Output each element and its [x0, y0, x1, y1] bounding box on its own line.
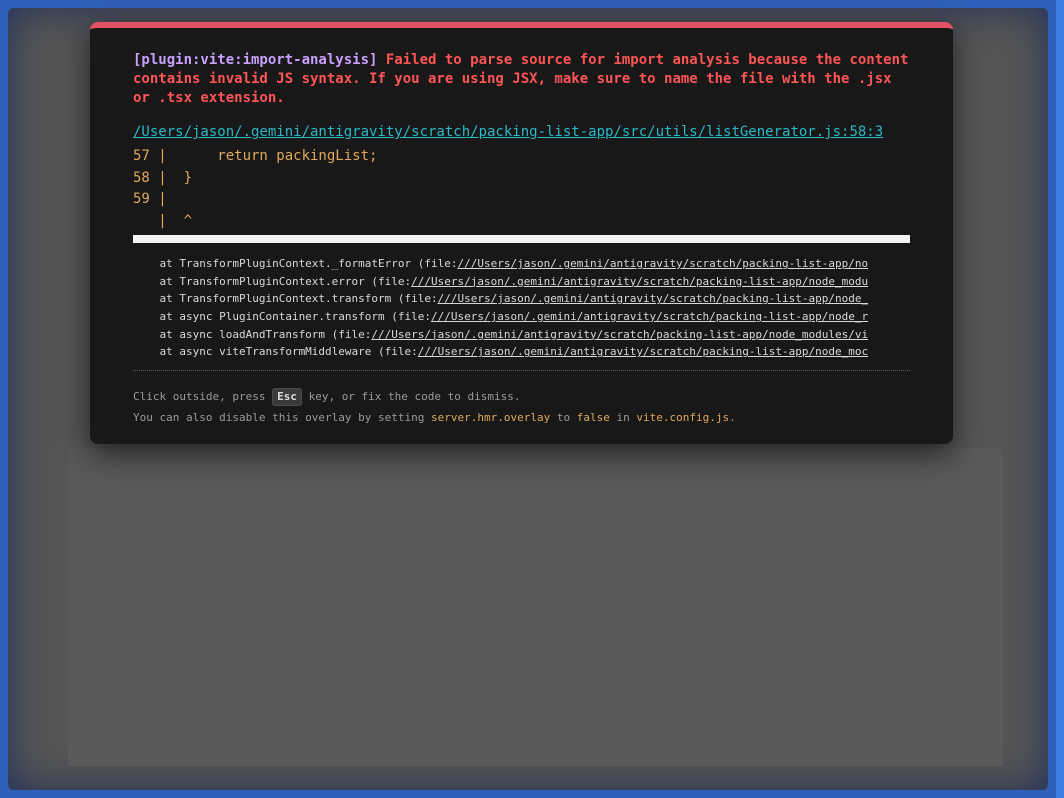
- disable-tip: You can also disable this overlay by set…: [133, 410, 910, 426]
- file-link[interactable]: /Users/jason/.gemini/antigravity/scratch…: [133, 123, 910, 142]
- stack-frame-name: at async loadAndTransform (file:: [133, 327, 372, 341]
- tip-text: to: [550, 411, 577, 424]
- stack-frame-name: at async viteTransformMiddleware (file:: [133, 345, 418, 359]
- error-overlay: [plugin:vite:import-analysis] Failed to …: [90, 22, 953, 444]
- stack-line: at TransformPluginContext._formatError (…: [133, 255, 910, 273]
- tip-text: Click outside, press: [133, 390, 273, 403]
- stack-line: at TransformPluginContext.error (file://…: [133, 273, 910, 291]
- stack-frame-name: at TransformPluginContext._formatError (…: [133, 257, 458, 270]
- background-panel: [68, 448, 1003, 766]
- code-frame: 57 | return packingList; 58 | } 59 | | ^: [133, 146, 910, 232]
- config-file-name: vite.config.js: [636, 411, 730, 424]
- tip-text: in: [609, 411, 637, 424]
- stack-file-link[interactable]: ///Users/jason/.gemini/antigravity/scrat…: [438, 292, 868, 305]
- stack-line: at async loadAndTransform (file:///Users…: [133, 326, 910, 344]
- stack-line: at async PluginContainer.transform (file…: [133, 308, 910, 326]
- esc-key: Esc: [272, 388, 302, 406]
- window-edge: [1056, 0, 1064, 798]
- code-frame-line: | ^: [133, 212, 193, 229]
- error-message: [plugin:vite:import-analysis] Failed to …: [133, 51, 910, 108]
- stack-line: at TransformPluginContext.transform (fil…: [133, 290, 910, 308]
- tip-text: key, or fix the code to dismiss.: [301, 390, 521, 403]
- stack-frame-name: at async PluginContainer.transform (file…: [133, 310, 432, 324]
- code-frame-line: 59 |: [133, 191, 167, 207]
- setting-value: false: [576, 411, 610, 424]
- tip-divider: [133, 370, 910, 371]
- stack-frame-name: at TransformPluginContext.transform (fil…: [133, 292, 438, 306]
- stack-file-link[interactable]: ///Users/jason/.gemini/antigravity/scrat…: [418, 345, 868, 358]
- horizontal-scrollbar[interactable]: [133, 235, 910, 243]
- dismiss-tip: Click outside, press Esc key, or fix the…: [133, 388, 910, 406]
- stack-file-link[interactable]: ///Users/jason/.gemini/antigravity/scrat…: [411, 275, 868, 288]
- stack-line: at async viteTransformMiddleware (file:/…: [133, 343, 910, 361]
- stack-trace: at TransformPluginContext._formatError (…: [133, 255, 910, 361]
- code-frame-line: 58 | }: [133, 169, 193, 186]
- stack-frame-name: at TransformPluginContext.error (file:: [133, 274, 412, 288]
- stack-file-link[interactable]: ///Users/jason/.gemini/antigravity/scrat…: [431, 310, 868, 323]
- tip-text: .: [729, 411, 736, 424]
- code-frame-line: 57 | return packingList;: [133, 148, 378, 164]
- stack-file-link[interactable]: ///Users/jason/.gemini/antigravity/scrat…: [371, 328, 868, 341]
- tip-text: You can also disable this overlay by set…: [133, 411, 432, 424]
- setting-name: server.hmr.overlay: [431, 411, 551, 424]
- stack-file-link[interactable]: ///Users/jason/.gemini/antigravity/scrat…: [458, 257, 869, 270]
- plugin-label: [plugin:vite:import-analysis]: [133, 52, 378, 68]
